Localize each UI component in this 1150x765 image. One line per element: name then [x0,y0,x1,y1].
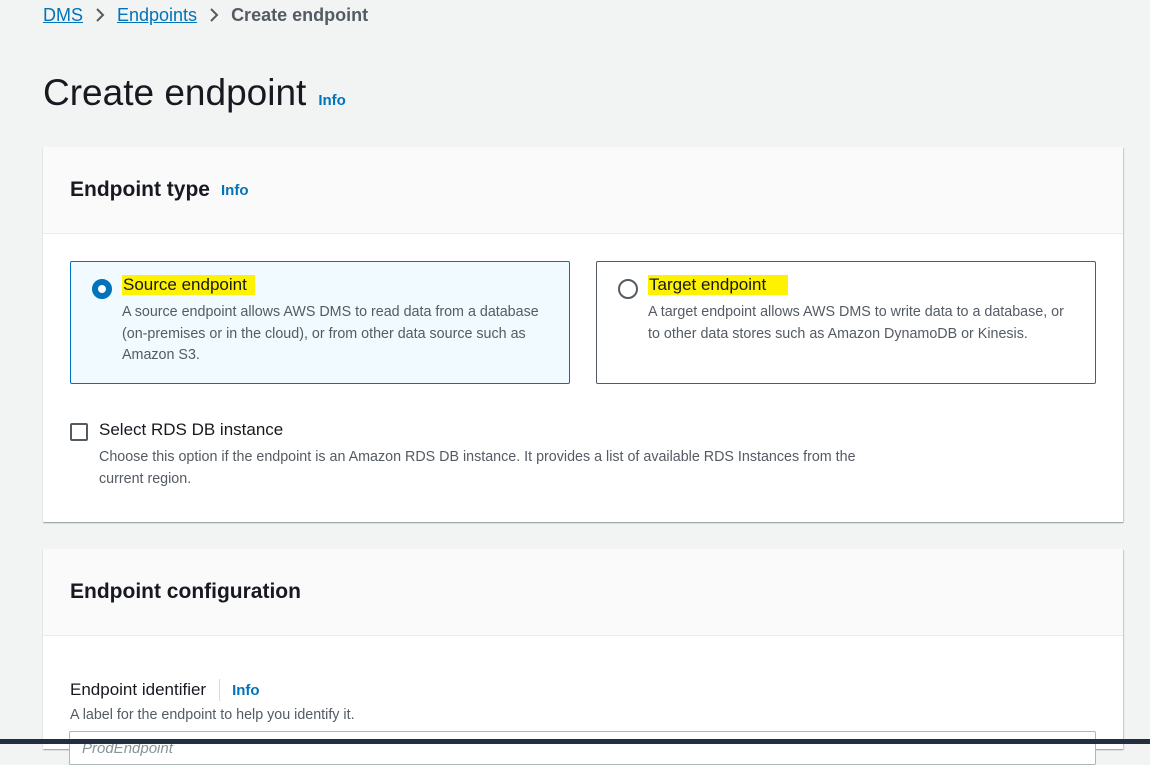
page-title: Create endpoint [43,72,307,113]
bottom-bar [0,739,1150,744]
target-endpoint-description: A target endpoint allows AWS DMS to writ… [648,304,1064,342]
breadcrumb-current: Create endpoint [231,4,369,25]
page-info-link[interactable]: Info [318,92,346,109]
endpoint-configuration-panel: Endpoint configuration Endpoint identifi… [43,549,1123,765]
panel-title: Endpoint type [70,178,210,201]
endpoint-identifier-description: A label for the endpoint to help you ide… [70,707,355,723]
source-endpoint-label: Source endpoint [122,275,255,295]
rds-db-instance-description: Choose this option if the endpoint is an… [99,449,856,487]
endpoint-identifier-info-link[interactable]: Info [232,682,260,699]
source-endpoint-radio[interactable] [92,279,112,299]
endpoint-type-info-link[interactable]: Info [221,182,249,199]
endpoint-identifier-input[interactable] [69,731,1096,765]
target-endpoint-label: Target endpoint [648,275,789,295]
source-endpoint-description: A source endpoint allows AWS DMS to read… [122,304,539,363]
panel-header: Endpoint type Info [43,147,1123,234]
panel-header: Endpoint configuration [43,549,1123,636]
panel-title: Endpoint configuration [70,580,301,603]
endpoint-identifier-label-row: Endpoint identifier Info [70,679,260,701]
chevron-right-icon [83,3,117,27]
target-endpoint-radio[interactable] [618,279,638,299]
source-endpoint-tile[interactable]: Source endpoint A source endpoint allows… [70,261,570,384]
endpoint-type-panel: Endpoint type Info Source endpoint A sou… [43,147,1123,522]
rds-db-instance-label[interactable]: Select RDS DB instance [99,420,283,440]
breadcrumb: DMS Endpoints Create endpoint [43,3,368,27]
page-header: Create endpoint Info [43,72,346,114]
endpoint-identifier-label: Endpoint identifier [70,680,207,699]
breadcrumb-link-endpoints[interactable]: Endpoints [117,5,197,26]
rds-db-instance-checkbox[interactable] [70,423,88,441]
divider [219,679,221,701]
chevron-right-icon [197,3,231,27]
target-endpoint-tile[interactable]: Target endpoint A target endpoint allows… [596,261,1096,384]
breadcrumb-link-dms[interactable]: DMS [43,5,83,26]
